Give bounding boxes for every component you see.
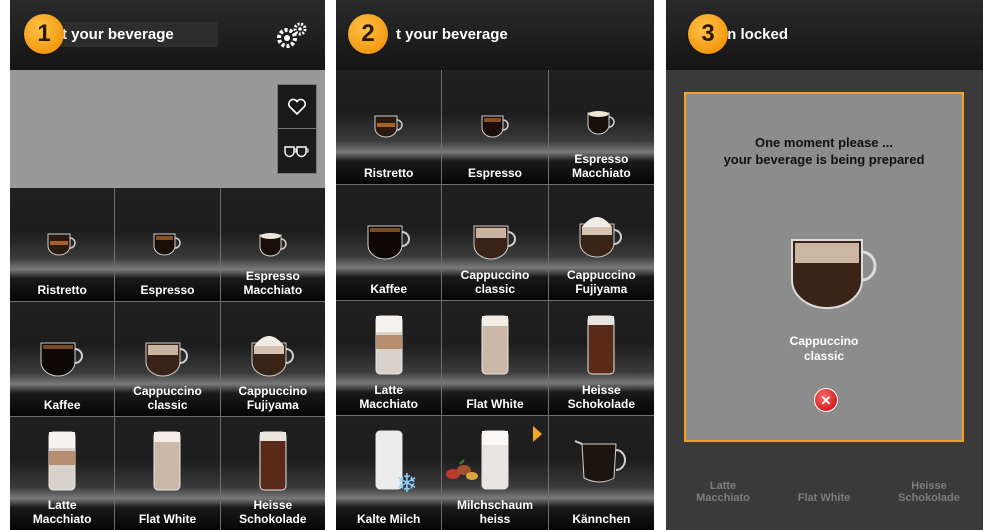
tile-label: Heisse Schokolade (567, 382, 635, 411)
tile-kalte-milch[interactable]: ❄ Kalte Milch (336, 415, 442, 530)
step-badge: 1 (24, 14, 64, 54)
screen-preparation-locked: on locked 3 Latte Macchiato Flat White H… (666, 0, 983, 530)
play-arrow-icon (532, 425, 542, 442)
beverage-grid: Ristretto Espresso Espresso Macchiato Ka… (336, 70, 654, 530)
favorites-button[interactable] (277, 84, 317, 130)
tile-label: Cappuccino classic (460, 267, 530, 296)
kaffee-cup-icon (40, 342, 84, 377)
dimmed-tile-label: Latte Macchiato (696, 480, 750, 504)
tile-label: Kalte Milch (356, 512, 421, 526)
beverage-grid: Ristretto Espresso Espresso Macchiato Ka… (10, 188, 325, 530)
ristretto-cup-icon (374, 115, 403, 138)
flat-white-glass-icon (481, 315, 509, 374)
tile-cappuccino-classic[interactable]: Cappuccino classic (115, 302, 220, 416)
tile-flat-white[interactable]: Flat White (115, 416, 220, 530)
espresso-cup-icon (481, 115, 509, 138)
cappuccino-cup-icon (791, 239, 877, 309)
heart-icon (287, 98, 307, 116)
tile-label: Flat White (138, 512, 197, 526)
step-badge: 3 (688, 14, 728, 54)
close-icon: ✕ (820, 392, 832, 408)
tile-ristretto[interactable]: Ristretto (10, 188, 115, 302)
kaffee-cup-icon (367, 225, 410, 260)
tile-espresso-macchiato[interactable]: Espresso Macchiato (548, 70, 654, 185)
tile-label: Espresso Macchiato (571, 152, 631, 181)
cappuccino-cup-icon (473, 225, 516, 260)
tile-label: Cappuccino Fujiyama (566, 267, 636, 296)
snowflake-icon: ❄ (396, 467, 418, 498)
tile-label: Latte Macchiato (32, 498, 92, 526)
tile-label: Flat White (466, 396, 524, 411)
milk-foam-glass-icon (481, 430, 509, 490)
tile-ristretto[interactable]: Ristretto (336, 70, 442, 185)
tile-label: Heisse Schokolade (239, 498, 307, 526)
pot-icon (574, 439, 627, 483)
step-badge: 2 (348, 14, 388, 54)
latte-glass-icon (375, 315, 403, 374)
flat-white-glass-icon (153, 431, 181, 491)
tile-label: Cappuccino classic (133, 383, 202, 412)
tile-espresso[interactable]: Espresso (442, 70, 548, 185)
header: t your beverage 1 (10, 0, 325, 70)
tile-label: Kaffee (370, 281, 407, 296)
tile-heisse-schokolade[interactable]: Heisse Schokolade (548, 300, 654, 415)
espresso-cup-icon (153, 233, 182, 256)
preparing-dialog: One moment please ... your beverage is b… (684, 92, 964, 442)
tile-label: Espresso (467, 166, 522, 181)
cancel-button[interactable]: ✕ (814, 388, 838, 412)
screen-select-beverage: t your beverage 1 Ristretto Espresso Esp… (10, 0, 325, 530)
tile-label: Kaffee (43, 397, 81, 412)
tile-label: Espresso Macchiato (243, 269, 303, 298)
double-cup-button[interactable] (277, 128, 317, 174)
tile-cappuccino-classic[interactable]: Cappuccino classic (442, 185, 548, 300)
tile-heisse-schokolade[interactable]: Heisse Schokolade (220, 416, 325, 530)
tile-milchschaum-heiss[interactable]: Milchschaum heiss (442, 415, 548, 530)
tile-kaennchen[interactable]: Kännchen (548, 415, 654, 530)
espresso-macchiato-cup-icon (259, 233, 287, 257)
gear-icon[interactable] (273, 20, 309, 52)
dimmed-tile-label: Flat White (797, 492, 851, 504)
tile-latte-macchiato[interactable]: Latte Macchiato (336, 300, 442, 415)
tile-label: Kännchen (572, 512, 631, 526)
beverage-name: Cappuccino classic (789, 334, 859, 363)
status-message: One moment please ... your beverage is b… (723, 135, 925, 167)
tile-label: Cappuccino Fujiyama (238, 383, 308, 412)
tile-espresso-macchiato[interactable]: Espresso Macchiato (220, 188, 325, 302)
tile-latte-macchiato[interactable]: Latte Macchiato (10, 416, 115, 530)
hot-chocolate-glass-icon (587, 315, 615, 374)
fujiyama-cup-icon (579, 217, 623, 258)
tile-espresso[interactable]: Espresso (115, 188, 220, 302)
fujiyama-cup-icon (251, 336, 294, 377)
favorites-area (10, 70, 325, 188)
tile-flat-white[interactable]: Flat White (442, 300, 548, 415)
page-title: t your beverage (396, 26, 508, 43)
espresso-macchiato-cup-icon (587, 111, 616, 135)
latte-glass-icon (48, 431, 76, 491)
tile-label: Milchschaum heiss (456, 498, 533, 526)
header: t your beverage 2 (336, 0, 654, 70)
header: on locked 3 (666, 0, 983, 70)
tile-cappuccino-fujiyama[interactable]: Cappuccino Fujiyama (220, 302, 325, 416)
screen-select-beverage-expanded: t your beverage 2 Ristretto Espresso Esp… (336, 0, 654, 530)
hot-chocolate-glass-icon (259, 431, 287, 491)
ristretto-cup-icon (47, 233, 76, 256)
nuts-icon (446, 459, 479, 480)
tile-cappuccino-fujiyama[interactable]: Cappuccino Fujiyama (548, 185, 654, 300)
double-cup-icon (284, 146, 309, 158)
dimmed-tile-label: Heisse Schokolade (898, 480, 960, 504)
tile-kaffee[interactable]: Kaffee (336, 185, 442, 300)
tile-kaffee[interactable]: Kaffee (10, 302, 115, 416)
tile-label: Ristretto (363, 166, 414, 181)
cappuccino-cup-icon (145, 342, 189, 377)
tile-label: Latte Macchiato (359, 382, 418, 411)
tile-label: Ristretto (37, 283, 87, 298)
tile-label: Espresso (140, 283, 195, 298)
